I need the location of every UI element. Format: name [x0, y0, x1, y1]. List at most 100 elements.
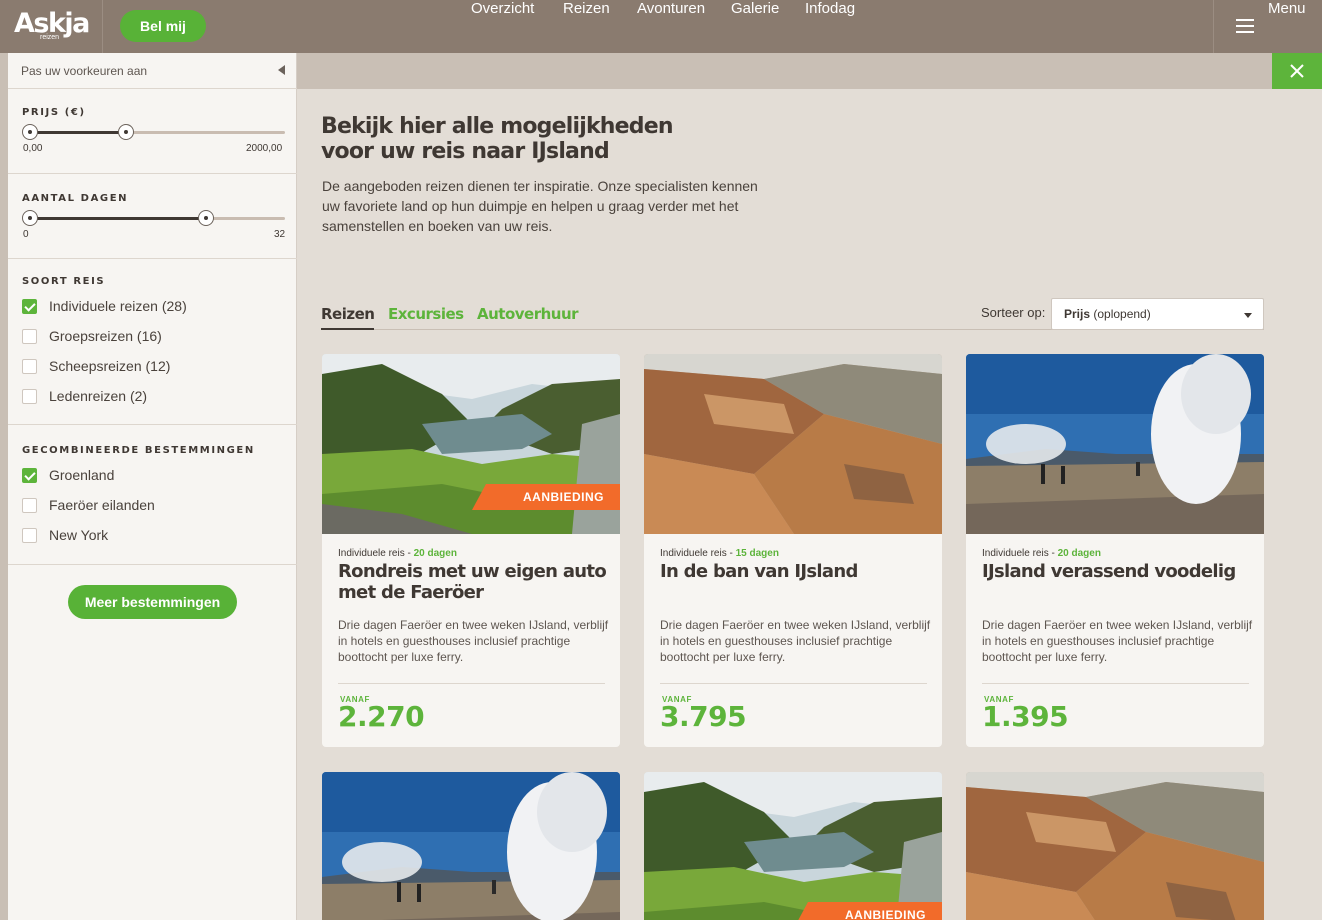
offer-badge-label: AANBIEDING: [844, 908, 926, 920]
filter-sidebar: Pas uw voorkeuren aan PRIJS (€) 0,00 200…: [8, 53, 297, 920]
hamburger-icon: [1236, 19, 1254, 33]
checkbox-box[interactable]: [22, 498, 37, 513]
trip-card-image[interactable]: [322, 772, 620, 920]
sort-value-rest: (oplopend): [1090, 307, 1151, 321]
trip-description: Drie dagen Faeröer en twee weken IJsland…: [982, 618, 1253, 664]
divider: [8, 173, 297, 174]
trip-price: 3.795: [660, 700, 747, 733]
offer-badge-label: AANBIEDING: [522, 490, 604, 504]
askja-logo[interactable]: Askja reizen: [0, 0, 103, 53]
trip-title[interactable]: In de ban van IJsland: [660, 561, 928, 582]
checkbox-label: Ledenreizen (2): [49, 388, 148, 404]
page-title: Bekijk hier alle mogelijkheden voor uw r…: [321, 114, 721, 164]
close-icon: [1290, 64, 1304, 78]
trip-type: Individuele reis -: [660, 548, 736, 559]
nav-item-galerie[interactable]: Galerie: [731, 0, 779, 53]
trip-days: 20 dagen: [413, 548, 457, 559]
trip-title[interactable]: IJsland verassend voodelig: [982, 561, 1250, 582]
trip-days: 15 dagen: [735, 548, 779, 559]
days-min-label: 0: [23, 229, 29, 240]
checkbox-label: Groenland: [49, 467, 115, 483]
price-slider-fill: [30, 131, 126, 134]
trip-type: Individuele reis -: [338, 548, 414, 559]
nav-item-overzicht[interactable]: Overzicht: [471, 0, 534, 53]
trip-card[interactable]: Individuele reis - 15 dagen In de ban va…: [644, 354, 942, 747]
divider: [982, 683, 1249, 684]
trip-card[interactable]: AANBIEDING Individuele reis - 20 dagen R…: [322, 354, 620, 747]
tab-excursies[interactable]: Excursies: [388, 305, 464, 323]
tab-autoverhuur[interactable]: Autoverhuur: [477, 305, 579, 323]
intro-text: De aangeboden reizen dienen ter inspirat…: [322, 178, 758, 234]
days-min-handle[interactable]: [22, 210, 38, 226]
sidebar-header[interactable]: Pas uw voorkeuren aan: [8, 53, 297, 89]
trip-meta: Individuele reis - 15 dagen: [660, 548, 779, 559]
checkbox-box[interactable]: [22, 389, 37, 404]
checkbox-label: Groepsreizen (16): [49, 328, 162, 344]
destinations-title: GECOMBINEERDE BESTEMMINGEN: [22, 445, 255, 456]
trip-card[interactable]: [322, 772, 620, 920]
trip-description: Drie dagen Faeröer en twee weken IJsland…: [338, 618, 609, 664]
sort-dropdown[interactable]: Prijs (oplopend): [1051, 298, 1264, 330]
trip-price: 2.270: [338, 700, 425, 733]
nav-item-avonturen[interactable]: Avonturen: [637, 0, 705, 53]
trip-card[interactable]: Individuele reis - 20 dagen IJsland vera…: [966, 354, 1264, 747]
nav-item-reizen[interactable]: Reizen: [563, 0, 610, 53]
checkbox-label: Faeröer eilanden: [49, 497, 155, 513]
trip-meta: Individuele reis - 20 dagen: [338, 548, 457, 559]
sidebar-header-label: Pas uw voorkeuren aan: [21, 64, 148, 78]
trip-type-title: SOORT REIS: [22, 276, 106, 287]
nav-item-infodag[interactable]: Infodag: [805, 0, 855, 53]
days-slider-fill: [30, 217, 206, 220]
trip-price: 1.395: [982, 700, 1069, 733]
checkbox-label: Individuele reizen (28): [49, 298, 187, 314]
checkbox-box[interactable]: [22, 528, 37, 543]
price-max-label: 2000,00: [246, 143, 283, 154]
days-max-label: 32: [274, 229, 286, 240]
chevron-down-icon: [1244, 313, 1252, 318]
more-destinations-button[interactable]: Meer bestemmingen: [68, 585, 237, 619]
trip-card[interactable]: AANBIEDING: [644, 772, 942, 920]
offer-badge: AANBIEDING: [472, 484, 620, 510]
page-title-line: voor uw reis naar IJsland: [321, 139, 610, 164]
trip-description: Drie dagen Faeröer en twee weken IJsland…: [660, 618, 931, 664]
tab-reizen[interactable]: Reizen: [321, 305, 375, 330]
price-min-label: 0,00: [23, 143, 43, 154]
checkbox-label: New York: [49, 527, 109, 543]
trip-card-image[interactable]: [966, 772, 1264, 920]
trip-days: 20 dagen: [1057, 548, 1101, 559]
checkbox-box[interactable]: [22, 329, 37, 344]
days-max-handle[interactable]: [198, 210, 214, 226]
collapse-arrow-icon[interactable]: [278, 65, 285, 75]
checkbox-box[interactable]: [22, 359, 37, 374]
divider: [338, 683, 605, 684]
sort-label: Sorteer op:: [981, 305, 1046, 320]
divider: [660, 683, 927, 684]
days-filter-title: AANTAL DAGEN: [22, 193, 129, 204]
menu-button[interactable]: Menu: [1213, 0, 1322, 53]
price-filter-title: PRIJS (€): [22, 107, 86, 118]
sort-value-bold: Prijs: [1064, 307, 1091, 321]
sidebar-edge: [0, 53, 8, 920]
price-min-handle[interactable]: [22, 124, 38, 140]
price-slider[interactable]: [22, 124, 285, 140]
trip-card-image[interactable]: [644, 772, 942, 920]
checkbox-label: Scheepsreizen (12): [49, 358, 171, 374]
trip-card-image[interactable]: [644, 354, 942, 534]
divider: [8, 258, 297, 259]
checkbox-box[interactable]: [22, 468, 37, 483]
trip-card-image[interactable]: [966, 354, 1264, 534]
close-filters-button[interactable]: [1272, 53, 1322, 89]
days-slider[interactable]: [22, 210, 285, 226]
offer-badge: AANBIEDING: [794, 902, 942, 920]
trip-card[interactable]: [966, 772, 1264, 920]
call-me-button[interactable]: Bel mij: [120, 10, 206, 42]
trip-title[interactable]: Rondreis met uw eigen auto met de Faeröe…: [338, 561, 607, 603]
price-max-handle[interactable]: [118, 124, 134, 140]
page-title-line: Bekijk hier alle mogelijkheden: [321, 114, 674, 139]
logo-subtitle: reizen: [40, 34, 60, 41]
sort-selected-value: Prijs (oplopend): [1064, 307, 1151, 321]
menu-label: Menu: [1268, 0, 1306, 17]
checkbox-box[interactable]: [22, 299, 37, 314]
divider: [8, 424, 297, 425]
filter-subbar: [297, 53, 1322, 89]
